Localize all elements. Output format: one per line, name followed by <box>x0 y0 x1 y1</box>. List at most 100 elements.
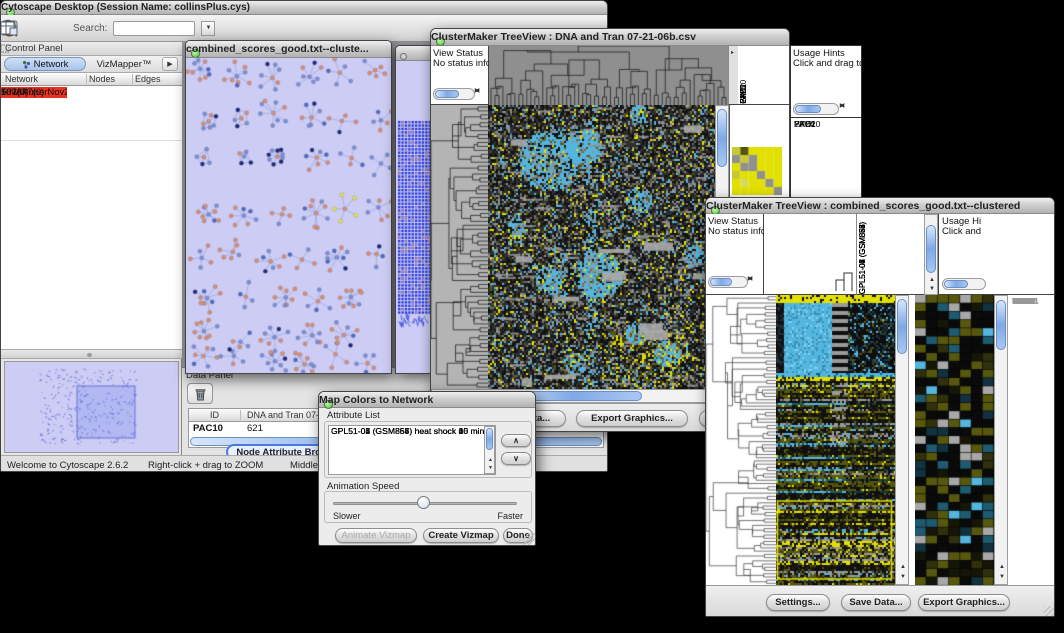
tv2-heatmap-canvas[interactable] <box>776 295 895 585</box>
tv2-column-label[interactable]: GPL51-08 (GSM872) <box>858 222 867 294</box>
treeview1-title: ClusterMaker TreeView : DNA and Tran 07-… <box>431 31 696 43</box>
tv1-view-status-text: No status info f <box>433 58 496 69</box>
resize-grip-icon[interactable] <box>523 533 535 545</box>
scroll-right-icon[interactable]: ▶ <box>748 276 753 282</box>
search-combo-button[interactable]: ▼ <box>201 21 215 36</box>
tv2-heatmap-vscrollbar[interactable]: ▲ ▼ <box>895 295 909 585</box>
tv2-status-scrollbar[interactable] <box>708 276 748 288</box>
map-colors-dialog: Map Colors to Network Attribute List GPL… <box>318 391 536 546</box>
move-attribute-up-button[interactable]: ∧ <box>501 434 531 447</box>
network-window2-titlebar[interactable] <box>396 46 431 61</box>
scroll-up-icon[interactable]: ▲ <box>488 457 493 463</box>
scroll-down-icon[interactable]: ▼ <box>999 574 1005 580</box>
speed-slider-thumb[interactable] <box>417 496 430 509</box>
tv2-export-graphics-label: Export Graphics... <box>923 597 1005 608</box>
search-input[interactable] <box>113 21 195 36</box>
network-window-titlebar[interactable]: combined_scores_good.txt--cluste... <box>186 41 391 58</box>
network-view-window: combined_scores_good.txt--cluste... <box>185 40 392 374</box>
tv1-zoom-heatmap-canvas[interactable] <box>732 147 782 195</box>
control-panel: Control Panel Network VizMapper™ ▶ Netwo… <box>1 42 182 455</box>
tv2-zoom-heatmap-canvas[interactable] <box>915 295 994 585</box>
scroll-down-icon[interactable]: ▼ <box>900 574 906 580</box>
desktop: Cytoscape Desktop (Session Name: collins… <box>0 0 1064 633</box>
tv2-view-status-text: No status info f <box>708 226 771 237</box>
tab-vizmapper[interactable]: VizMapper™ <box>88 57 160 71</box>
attribute-list-scrollbar[interactable]: ▲ ▼ <box>484 426 495 474</box>
scroll-right-icon[interactable]: ▶ <box>840 103 845 109</box>
slower-label: Slower <box>333 511 361 521</box>
tv1-usage-scrollbar[interactable] <box>793 103 839 115</box>
tv2-usage-scrollbar[interactable] <box>942 278 986 290</box>
tabs-overflow-button[interactable]: ▶ <box>162 57 178 71</box>
tv1-column-label[interactable]: PAC10 <box>739 80 748 104</box>
control-panel-title: Control Panel <box>5 43 63 54</box>
tv2-usage-hints-text: Click and <box>942 226 981 237</box>
tv2-export-graphics-button[interactable]: Export Graphics... <box>918 594 1010 611</box>
panel-divider[interactable] <box>1 349 182 359</box>
scroll-up-icon[interactable]: ▲ <box>999 564 1005 570</box>
tv2-column-dendrogram-area[interactable] <box>764 214 856 295</box>
resize-grip-icon[interactable] <box>1044 606 1055 617</box>
network-view-canvas[interactable] <box>186 58 391 374</box>
create-vizmap-label: Create Vizmap <box>428 530 493 541</box>
create-vizmap-button[interactable]: Create Vizmap <box>423 528 499 543</box>
tv2-view-status-panel: View Status No status info f ◀ ▶ <box>706 214 764 295</box>
tv1-usage-hints-text: Click and drag tc <box>793 58 864 69</box>
col-network[interactable]: Network <box>1 74 87 84</box>
tv2-row-dendrogram-canvas[interactable] <box>706 295 777 585</box>
tab-network[interactable]: Network <box>4 57 86 71</box>
scroll-right-icon[interactable]: ▶ <box>475 88 480 94</box>
attribute-item[interactable]: GPL51-07 (GSM868) heat shock 60 min <box>331 427 484 436</box>
tv1-status-scrollbar[interactable] <box>433 88 475 100</box>
attribute-list-group: GPL51-01 (GSM854) heat shock 05 minGPL51… <box>324 421 532 478</box>
attribute-listbox[interactable]: GPL51-01 (GSM854) heat shock 05 minGPL51… <box>328 425 496 475</box>
caret-up-icon: ∧ <box>513 436 519 445</box>
tv2-column-labels: GPL51-01 (GSM854)GPL51-02 (GSM855)GPL51-… <box>856 214 924 295</box>
network-table-header: Network Nodes Edges <box>1 73 182 86</box>
tv1-column-dendrogram-canvas[interactable] <box>489 46 728 106</box>
tv1-col-scroll-strip[interactable]: ▸ <box>728 46 738 105</box>
control-panel-header: Control Panel <box>1 42 182 56</box>
dialog-title: Map Colors to Network <box>319 394 433 406</box>
col-edges[interactable]: Edges <box>133 74 182 84</box>
tv2-labels-vscrollbar[interactable]: ▲ ▼ <box>924 214 938 295</box>
treeview2-titlebar[interactable]: ClusterMaker TreeView : combined_scores_… <box>706 198 1054 214</box>
network-window-title: combined_scores_good.txt--cluste... <box>186 43 369 55</box>
tv2-settings-button[interactable]: Settings... <box>766 594 830 611</box>
tv1-top-gap <box>766 46 790 105</box>
status-zoom-hint: Right-click + drag to ZOOM <box>148 460 263 471</box>
tv1-gene-label[interactable]: PAC10 <box>794 120 820 130</box>
tv1-row-dendrogram-canvas[interactable] <box>431 105 489 389</box>
tv1-heatmap-canvas[interactable] <box>488 105 715 389</box>
tv1-column-labels: GIM5GIM4PFD1GIM3YKE2PAC10 <box>738 46 766 105</box>
col-id[interactable]: ID <box>189 410 241 420</box>
tv2-zoom-vscrollbar[interactable]: ▲ ▼ <box>994 295 1008 585</box>
dialog-titlebar[interactable]: Map Colors to Network <box>319 392 535 408</box>
status-welcome: Welcome to Cytoscape 2.6.2 <box>7 460 128 471</box>
delete-attribute-trash-icon[interactable] <box>187 383 213 404</box>
scroll-down-icon[interactable]: ▼ <box>929 286 935 292</box>
dense-network-canvas[interactable] <box>396 61 431 373</box>
tv2-settings-label: Settings... <box>775 597 820 608</box>
animate-vizmap-label: Animate Vizmap <box>342 530 411 541</box>
tv1-view-status-panel: View Status No status info f ◀ ▶ <box>431 46 489 105</box>
faster-label: Faster <box>497 511 523 521</box>
edges-count: 107847(0) <box>1 87 44 98</box>
main-titlebar[interactable]: Cytoscape Desktop (Session Name: collins… <box>1 1 607 15</box>
scroll-up-icon[interactable]: ▲ <box>900 564 906 570</box>
network-view-window-2 <box>395 45 432 374</box>
scroll-down-icon[interactable]: ▼ <box>488 465 493 471</box>
treeview1-titlebar[interactable]: ClusterMaker TreeView : DNA and Tran 07-… <box>431 29 789 46</box>
network-tab-icon <box>22 60 31 69</box>
scroll-up-icon[interactable]: ▲ <box>929 277 935 283</box>
animation-speed-group: Slower Faster <box>324 491 532 523</box>
zoom-window-icon[interactable] <box>400 53 407 60</box>
scroll-right-small-icon[interactable]: ▸ <box>731 50 734 56</box>
tv2-save-data-button[interactable]: Save Data... <box>841 594 911 611</box>
birdseye-overview-canvas[interactable] <box>4 361 179 453</box>
col-nodes[interactable]: Nodes <box>87 74 133 84</box>
move-attribute-down-button[interactable]: ∨ <box>501 452 531 465</box>
gene-id: PAC10 <box>189 423 241 434</box>
tv2-gene-label[interactable]: MON2 <box>1012 297 1036 306</box>
tv1-export-graphics-button[interactable]: Export Graphics... <box>576 410 688 427</box>
